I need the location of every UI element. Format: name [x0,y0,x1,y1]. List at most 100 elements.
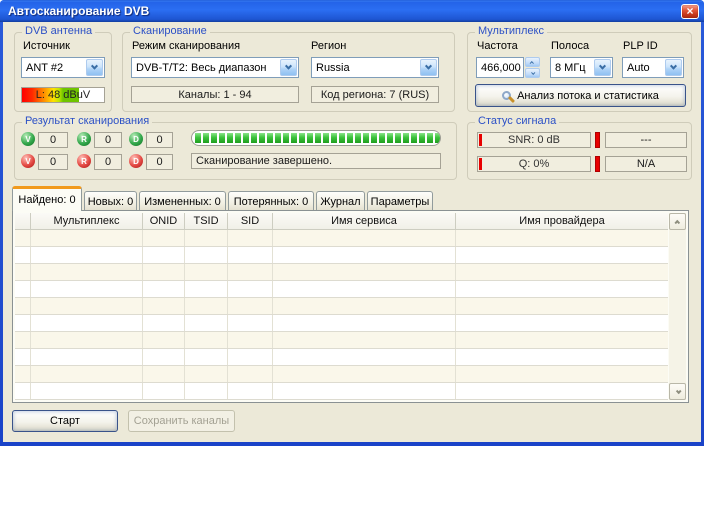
table-row[interactable] [15,264,668,281]
channels-info-field: Каналы: 1 - 94 [131,86,299,103]
scan-mode-value: DVB-T/T2: Весь диапазон [136,62,267,74]
analyze-button[interactable]: Анализ потока и статистика [475,84,686,107]
bandwidth-value: 8 МГц [555,62,586,74]
screen: Автосканирование DVB × DVB антенна Источ… [0,0,704,512]
radio-lost-count: 0 [94,154,122,170]
frequency-stepper [525,57,540,78]
dialog-client-area: DVB антенна Источник ANT #2 L: 48 dBuV С… [3,22,701,442]
antenna-group-title: DVB антенна [22,25,95,37]
scan-group: Сканирование Режим сканирования DVB-T/T2… [122,32,455,112]
quality-level-bar [479,158,482,170]
antenna-group: DVB антенна Источник ANT #2 L: 48 dBuV [14,32,112,112]
scan-group-title: Сканирование [130,25,210,37]
scan-status-field: Сканирование завершено. [191,153,441,169]
table-header: Мультиплекс ONID TSID SID Имя сервиса Им… [15,213,668,230]
stepper-up-icon[interactable] [525,57,540,67]
table-row[interactable] [15,383,668,400]
quality-meter: Q: 0% [477,156,591,172]
scroll-down-icon[interactable] [669,383,686,400]
signal-level-meter: L: 48 dBuV [21,87,105,103]
tab-log[interactable]: Журнал [316,191,365,211]
channels-panel: Мультиплекс ONID TSID SID Имя сервиса Им… [12,210,689,403]
result-group-title: Результат сканирования [22,115,152,127]
chevron-down-icon[interactable] [420,59,437,76]
table-row[interactable] [15,349,668,366]
region-value: Russia [316,62,350,74]
data-lost-count: 0 [146,154,173,170]
analyze-button-label: Анализ потока и статистика [517,90,659,102]
chevron-down-icon[interactable] [594,59,611,76]
header-multiplex[interactable]: Мультиплекс [31,213,143,229]
close-icon: × [686,4,693,18]
frequency-input[interactable]: 466,000 [476,57,524,78]
titlebar[interactable]: Автосканирование DVB × [0,0,704,22]
plp-select[interactable]: Auto [622,57,684,78]
source-label: Источник [23,40,70,52]
data-lost-icon: D [129,154,143,168]
signal-group-title: Статус сигнала [475,115,559,127]
mux-group-title: Мультиплекс [475,25,547,37]
table-row[interactable] [15,230,668,247]
tab-parameters[interactable]: Параметры [367,191,433,211]
dialog-window: Автосканирование DVB × DVB антенна Источ… [0,0,704,446]
header-sid[interactable]: SID [228,213,273,229]
snr-level-bar [479,134,482,146]
quality-label: Q: 0% [519,158,550,170]
table-row[interactable] [15,366,668,383]
antenna-source-value: ANT #2 [26,62,63,74]
save-channels-label: Сохранить каналы [134,415,229,427]
snr-meter: SNR: 0 dB [477,132,591,148]
window-title: Автосканирование DVB [8,4,149,18]
mux-group: Мультиплекс Частота Полоса PLP ID 466,00… [467,32,692,112]
header-provider-name[interactable]: Имя провайдера [456,213,668,229]
video-lost-count: 0 [38,154,68,170]
magnifier-icon [502,91,511,100]
frequency-label: Частота [477,40,518,52]
chevron-down-icon[interactable] [665,59,682,76]
plp-label: PLP ID [623,40,658,52]
tab-found[interactable]: Найдено: 0 [12,186,82,211]
scroll-up-icon[interactable] [669,213,686,230]
header-icon-col[interactable] [15,213,31,229]
radio-found-icon: R [77,132,91,146]
bandwidth-label: Полоса [551,40,589,52]
region-select[interactable]: Russia [311,57,439,78]
table-row[interactable] [15,247,668,264]
table-row[interactable] [15,315,668,332]
start-button[interactable]: Старт [12,410,118,432]
tab-lost[interactable]: Потерянных: 0 [228,191,314,211]
video-lost-icon: V [21,154,35,168]
chevron-down-icon[interactable] [280,59,297,76]
radio-lost-icon: R [77,154,91,168]
video-found-icon: V [21,132,35,146]
result-group: Результат сканирования V 0 R 0 D 0 V 0 R… [14,122,457,180]
table-row[interactable] [15,281,668,298]
snr-peak-mark [595,132,600,148]
start-button-label: Старт [50,415,80,427]
data-found-count: 0 [146,132,173,148]
signal-level-text: L: 48 dBuV [22,88,104,102]
header-tsid[interactable]: TSID [185,213,228,229]
close-button[interactable]: × [681,4,699,19]
antenna-source-select[interactable]: ANT #2 [21,57,105,78]
tab-new[interactable]: Новых: 0 [84,191,137,211]
stepper-down-icon[interactable] [525,68,540,78]
scan-mode-label: Режим сканирования [132,40,240,52]
radio-found-count: 0 [94,132,122,148]
scan-mode-select[interactable]: DVB-T/T2: Весь диапазон [131,57,299,78]
save-channels-button[interactable]: Сохранить каналы [128,410,235,432]
data-found-icon: D [129,132,143,146]
table-row[interactable] [15,332,668,349]
chevron-down-icon[interactable] [86,59,103,76]
tab-bar: Найдено: 0 Новых: 0 Измененных: 0 Потеря… [12,186,433,211]
quality-peak-mark [595,156,600,172]
progress-bar-fill [195,133,441,143]
header-service-name[interactable]: Имя сервиса [273,213,456,229]
quality-value-field: N/A [605,156,687,172]
bandwidth-select[interactable]: 8 МГц [550,57,613,78]
vertical-scrollbar[interactable] [669,213,686,400]
region-code-field: Код региона: 7 (RUS) [311,86,439,103]
table-row[interactable] [15,298,668,315]
tab-changed[interactable]: Измененных: 0 [139,191,226,211]
header-onid[interactable]: ONID [143,213,185,229]
